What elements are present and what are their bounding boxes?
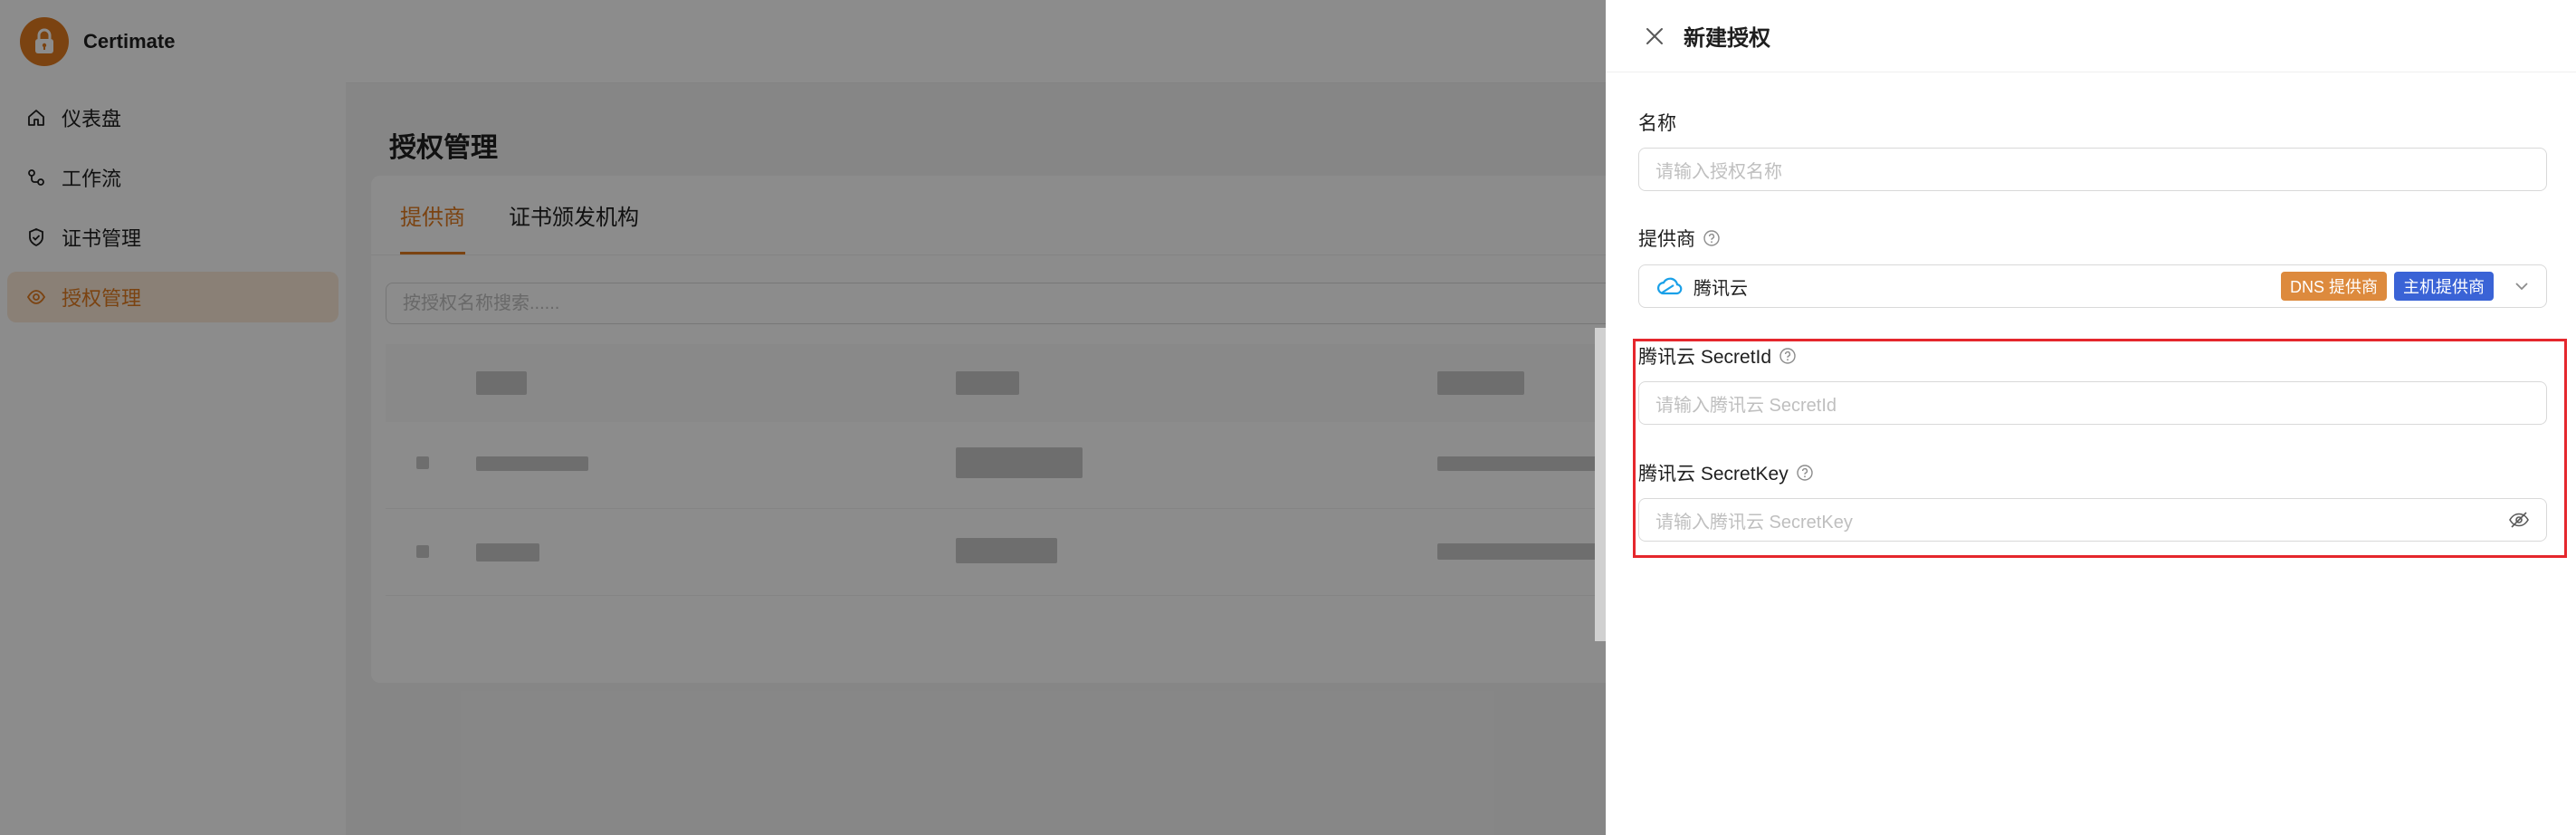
- name-label-text: 名称: [1638, 113, 1676, 134]
- provider-label: 提供商: [1638, 225, 1721, 252]
- highlight-box: [1633, 339, 2567, 558]
- chevron-down-icon[interactable]: [2514, 278, 2530, 294]
- drawer-header: 新建授权: [1606, 0, 2576, 72]
- tencent-cloud-icon: [1655, 275, 1684, 297]
- name-input[interactable]: 请输入授权名称: [1638, 148, 2547, 191]
- provider-field-group: 提供商: [1638, 225, 1721, 252]
- provider-label-text: 提供商: [1638, 229, 1695, 250]
- provider-select[interactable]: 腾讯云 DNS 提供商 主机提供商: [1638, 264, 2547, 308]
- provider-select-value: 腾讯云: [1655, 274, 1748, 300]
- scrollbar-thumb[interactable]: [1595, 328, 1606, 641]
- name-field-group: 名称: [1638, 109, 1676, 136]
- name-label: 名称: [1638, 109, 1676, 136]
- help-circle-icon[interactable]: [1703, 229, 1721, 247]
- provider-tags: DNS 提供商 主机提供商: [2274, 272, 2530, 301]
- dns-provider-tag: DNS 提供商: [2280, 272, 2387, 301]
- modal-overlay[interactable]: [0, 0, 1606, 835]
- close-icon[interactable]: [1642, 24, 1667, 49]
- host-provider-tag: 主机提供商: [2394, 272, 2494, 301]
- drawer-title: 新建授权: [1684, 26, 1770, 51]
- provider-name: 腾讯云: [1693, 278, 1748, 299]
